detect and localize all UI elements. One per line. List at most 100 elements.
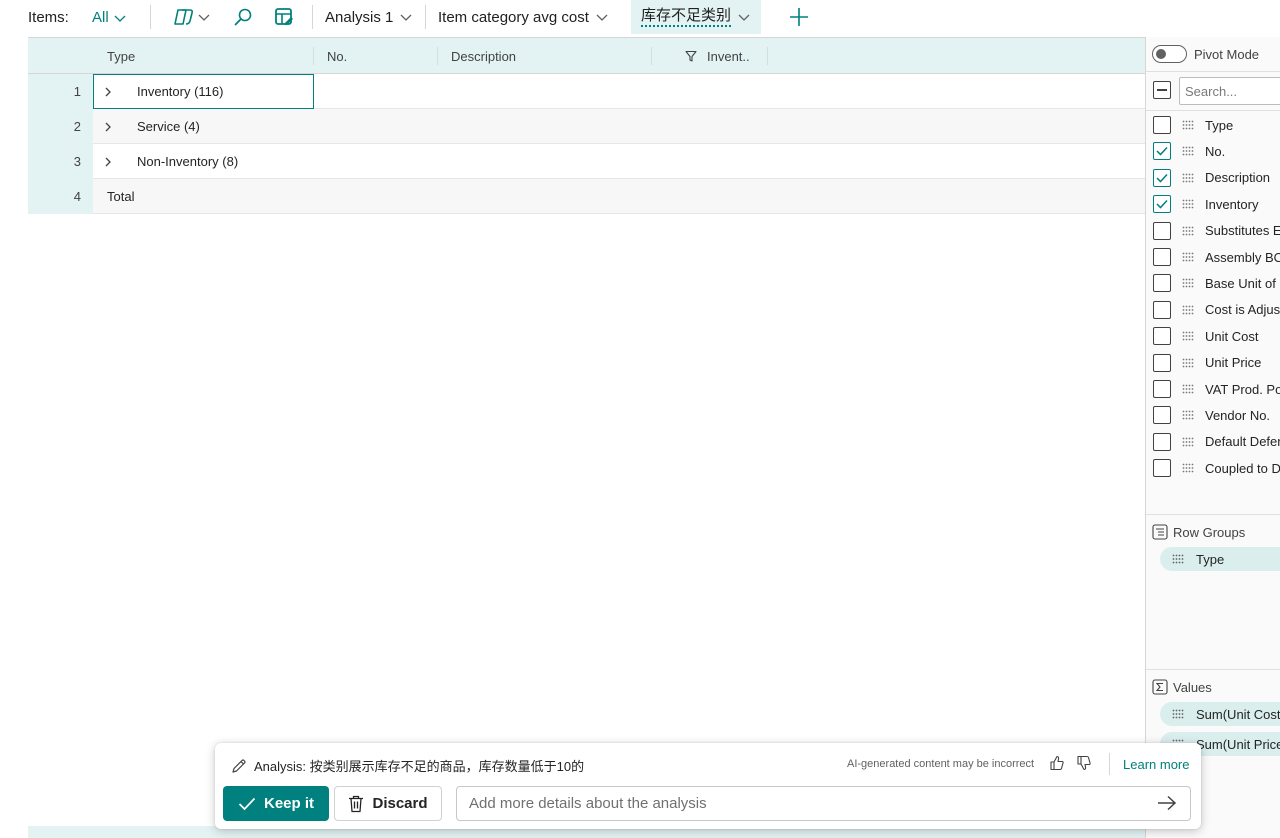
column-option[interactable]: Type [1153,115,1233,135]
drag-handle-icon [1182,305,1194,315]
tab-label: Item category avg cost [438,8,589,26]
divider [1146,71,1280,72]
analysis-details-input[interactable] [456,786,1191,821]
table-row[interactable]: 2 Service (4) [28,109,1145,144]
checkbox[interactable] [1153,116,1171,134]
copilot-menu-button[interactable] [173,7,211,27]
value-chip[interactable]: Sum(Unit Cost [1160,702,1280,726]
discard-button[interactable]: Discard [334,786,442,821]
column-option[interactable]: Substitutes E [1153,221,1280,241]
column-option-label: Base Unit of [1205,275,1276,291]
learn-more-link[interactable]: Learn more [1123,757,1189,772]
keep-it-button[interactable]: Keep it [223,786,329,821]
checkbox[interactable] [1153,353,1171,372]
checkbox[interactable] [1153,248,1171,266]
pivot-mode-toggle[interactable]: Pivot Mode [1152,45,1259,63]
checkbox-checked[interactable] [1153,168,1171,187]
column-option[interactable]: Base Unit of [1153,273,1276,293]
table-row[interactable]: 3 Non-Inventory (8) [28,144,1145,179]
group-cell[interactable]: Service (4) [93,109,200,144]
row-number: 3 [28,144,93,179]
checkbox[interactable] [1153,300,1171,319]
column-resize-handle[interactable] [437,47,438,65]
drag-handle[interactable] [1182,252,1194,262]
tab-item-category-avg-cost[interactable]: Item category avg cost [428,0,619,34]
drag-handle[interactable] [1182,410,1194,420]
total-cell[interactable]: Total [93,179,134,214]
drag-handle[interactable] [1182,384,1194,394]
toolbar-divider [425,5,426,29]
drag-handle[interactable] [1182,226,1194,236]
column-option[interactable]: Unit Cost [1153,326,1258,346]
column-option[interactable]: Inventory [1153,194,1258,214]
column-option[interactable]: Default Defer [1153,432,1280,452]
checkbox[interactable] [1153,221,1171,240]
checkbox[interactable] [1153,406,1171,425]
checkbox[interactable] [1153,380,1171,398]
checkbox-checked[interactable] [1153,195,1171,214]
checkbox[interactable] [1153,459,1171,478]
add-analysis-button[interactable] [788,6,810,28]
drag-handle[interactable] [1182,463,1194,473]
column-option-label: No. [1205,143,1226,159]
drag-handle[interactable] [1182,305,1194,315]
column-option[interactable]: No. [1153,141,1225,161]
total-row[interactable]: 4 Total [28,179,1145,214]
expand-toggle[interactable] [93,121,123,133]
thumbs-up-button[interactable] [1049,755,1065,771]
checkbox[interactable] [1153,432,1171,451]
tab-label: Analysis 1 [325,8,394,26]
drag-handle[interactable] [1182,173,1194,183]
row-number: 1 [28,74,93,109]
checkbox[interactable] [1153,274,1171,293]
row-group-chip[interactable]: Type [1160,547,1280,571]
column-option[interactable]: Assembly BO [1153,247,1280,267]
select-all-checkbox[interactable] [1153,81,1171,99]
column-header-inventory[interactable]: Invent.. [685,38,750,74]
total-label: Total [107,189,135,204]
checkbox-checked[interactable] [1153,142,1171,161]
column-resize-handle[interactable] [651,47,652,65]
column-header-label: Type [107,48,136,64]
expand-toggle[interactable] [93,156,123,168]
checkbox[interactable] [1153,327,1171,346]
column-option[interactable]: Unit Price [1153,353,1261,373]
column-header-label: Invent.. [707,48,750,64]
column-option[interactable]: Coupled to D [1153,458,1280,478]
send-button[interactable] [1157,795,1177,811]
column-option[interactable]: Vendor No. [1153,405,1270,425]
search-button[interactable] [233,7,253,27]
drag-handle[interactable] [1182,437,1194,447]
filter-icon [685,50,697,62]
search-icon [234,8,252,26]
tab-low-stock-categories[interactable]: 库存不足类别 [631,0,762,34]
drag-handle[interactable] [1182,358,1194,368]
thumbs-down-button[interactable] [1076,755,1092,771]
column-header-description[interactable]: Description [451,38,516,74]
column-option[interactable]: Cost is Adjus [1153,300,1280,320]
column-search-input[interactable]: Search... [1179,77,1280,105]
edit-list-button[interactable] [274,7,294,27]
copilot-icon [174,9,194,25]
column-option-label: Description [1205,170,1271,186]
drag-handle[interactable] [1182,146,1194,156]
toolbar-divider [312,5,313,29]
group-cell[interactable]: Non-Inventory (8) [93,144,238,179]
items-label: Items: [28,9,69,26]
column-resize-handle[interactable] [313,47,314,65]
drag-handle[interactable] [1182,120,1194,130]
column-option[interactable]: Description [1153,168,1270,188]
column-header-type[interactable]: Type [107,38,135,74]
toggle-switch[interactable] [1152,45,1187,63]
column-header-no[interactable]: No. [327,38,347,74]
drag-handle[interactable] [1182,331,1194,341]
drag-handle[interactable] [1182,199,1194,209]
items-filter-dropdown[interactable]: All [92,9,127,26]
drag-handle[interactable] [1182,278,1194,288]
column-option[interactable]: VAT Prod. Po [1153,379,1280,399]
minus-icon [1157,89,1167,91]
tab-analysis-1[interactable]: Analysis 1 [315,0,423,34]
table-row[interactable]: 1 Inventory (116) [28,74,1145,109]
column-resize-handle[interactable] [767,47,768,65]
row-groups-title: Row Groups [1173,524,1246,540]
